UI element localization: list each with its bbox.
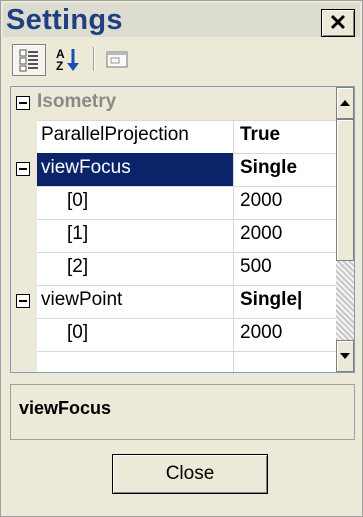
value-cell[interactable]: 500 (233, 252, 337, 285)
close-icon[interactable]: ✕ (321, 9, 355, 37)
value-cell[interactable]: True (233, 120, 337, 153)
row-gutter (11, 318, 37, 351)
property-pages-icon[interactable] (101, 44, 133, 74)
property-name: viewFocus (41, 157, 131, 178)
row-gutter (11, 252, 37, 285)
scroll-track[interactable] (336, 261, 354, 340)
property-name: [0] (67, 322, 89, 343)
row-gutter (11, 351, 37, 372)
collapse-icon[interactable] (16, 294, 30, 308)
property-value: 2000 (240, 322, 283, 343)
row-gutter (11, 219, 37, 252)
property-value: 2000 (240, 223, 283, 244)
property-row[interactable]: [1] 2000 (11, 219, 336, 253)
property-row[interactable]: [0] 2000 (11, 186, 336, 220)
categorized-icon[interactable] (12, 44, 46, 76)
scroll-up-icon[interactable] (336, 87, 354, 119)
collapse-icon[interactable] (16, 96, 30, 110)
description-title: viewFocus (19, 398, 112, 418)
property-name: [0] (67, 190, 89, 211)
alphabetical-icon[interactable]: A Z (52, 44, 84, 74)
close-button[interactable]: Close (112, 454, 268, 494)
property-name: ParallelProjection (41, 124, 189, 145)
collapse-icon[interactable] (16, 162, 30, 176)
property-row[interactable]: [2] 500 (11, 252, 336, 286)
property-row[interactable]: ParallelProjection True (11, 120, 336, 154)
property-row-partial[interactable] (11, 351, 337, 372)
property-row-selected[interactable]: viewFocus Single (11, 153, 336, 187)
row-gutter (11, 186, 37, 219)
property-value: True (240, 124, 281, 145)
property-value: 500 (240, 256, 272, 277)
svg-text:Z: Z (56, 59, 63, 73)
value-cell[interactable]: 2000 (233, 318, 337, 351)
value-cell[interactable] (233, 351, 337, 372)
close-glyph: ✕ (328, 10, 348, 35)
property-grid: Isometry ParallelProjection True viewFoc… (10, 86, 355, 373)
description-panel: viewFocus (10, 384, 355, 440)
window-title: Settings (6, 4, 123, 36)
settings-window: Settings ✕ A Z Isometry ParallelProjecti… (0, 0, 363, 517)
scroll-down-icon[interactable] (336, 340, 354, 372)
value-cell[interactable]: Single (233, 153, 337, 186)
value-cell[interactable]: 2000 (233, 219, 337, 252)
property-name: [1] (67, 223, 89, 244)
property-row[interactable]: viewPoint Single| (11, 285, 336, 319)
toolbar: A Z (3, 39, 360, 79)
vertical-scrollbar[interactable] (336, 87, 354, 372)
category-label: Isometry (37, 91, 117, 112)
property-value: Single| (240, 289, 303, 310)
value-cell[interactable]: Single| (233, 285, 337, 318)
property-row[interactable]: [0] 2000 (11, 318, 336, 352)
property-value: 2000 (240, 190, 283, 211)
property-name: [2] (67, 256, 89, 277)
title-bar: Settings ✕ (3, 3, 360, 37)
scroll-thumb[interactable] (336, 119, 354, 261)
property-value: Single (240, 157, 298, 178)
row-gutter (11, 120, 37, 153)
value-cell[interactable]: 2000 (233, 186, 337, 219)
category-row[interactable]: Isometry (11, 87, 336, 121)
toolbar-separator (93, 47, 95, 71)
property-name: viewPoint (41, 289, 123, 310)
